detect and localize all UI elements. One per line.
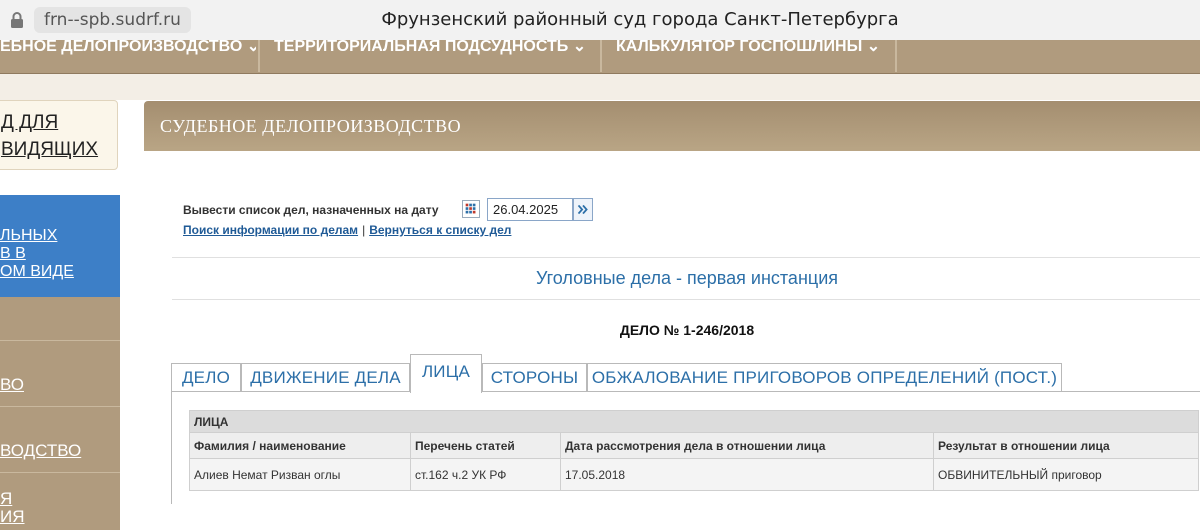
top-nav: ЕБНОЕ ДЕЛОПРОИЗВОДСТВО ⌄ ТЕРРИТОРИАЛЬНАЯ… (0, 40, 1200, 74)
sidebar-menu: ВО ВОДСТВО Я ИЯ (0, 297, 120, 530)
accessibility-link[interactable]: Д ДЛЯ ВИДЯЩИХ (0, 100, 118, 170)
accessibility-label-line-2: ВИДЯЩИХ (1, 139, 99, 160)
search-links: Поиск информации по делам | Вернуться к сп… (183, 223, 511, 237)
nav-divider (258, 40, 260, 72)
column-header: Перечень статей (410, 432, 561, 459)
accessibility-label-line-1: Д ДЛЯ (1, 112, 59, 133)
table-header-row: Фамилия / наименование Перечень статей Д… (189, 432, 1199, 459)
sidebar-blue-line-1: ЛЬНЫХ (0, 227, 58, 244)
tab-case[interactable]: ДЕЛО (171, 363, 241, 392)
divider (172, 299, 1200, 300)
column-header: Дата рассмотрения дела в отношении лица (560, 432, 934, 459)
tab-case-movement[interactable]: ДВИЖЕНИЕ ДЕЛА (241, 363, 410, 392)
nav-divider (600, 40, 602, 72)
sidebar-item-link-4[interactable]: ИЯ (0, 507, 25, 527)
search-cases-link[interactable]: Поиск информации по делам (183, 223, 358, 237)
tab-persons[interactable]: ЛИЦА (410, 354, 482, 393)
table-cell: 17.05.2018 (560, 458, 934, 491)
browser-toolbar: frn--spb.sudrf.ru Фрунзенский районный с… (0, 0, 1200, 40)
table-row: Алиев Немат Ризван оглы ст.162 ч.2 УК РФ… (189, 458, 1199, 491)
back-to-list-link[interactable]: Вернуться к списку дел (369, 223, 511, 237)
sidebar-row (0, 407, 120, 473)
sidebar-blue-line-2: В В (0, 245, 26, 262)
section-title: Уголовные дела - первая инстанция (536, 268, 838, 288)
sidebar-item-link-3[interactable]: Я (0, 489, 12, 509)
tab-parties[interactable]: СТОРОНЫ (482, 363, 587, 392)
table-cell: Алиев Немат Ризван оглы (189, 458, 411, 491)
divider (172, 257, 1200, 258)
calendar-icon[interactable] (462, 200, 480, 218)
date-input[interactable]: 26.04.2025 (487, 198, 573, 221)
go-arrow-icon[interactable] (573, 198, 593, 221)
main-header-title: СУДЕБНОЕ ДЕЛОПРОИЗВОДСТВО (160, 116, 462, 136)
sidebar-row (0, 341, 120, 407)
sidebar-item-link-1[interactable]: ВО (0, 375, 24, 395)
nav-item-fee-calculator[interactable]: КАЛЬКУЛЯТОР ГОСПОШЛИНЫ ⌄ (616, 40, 892, 72)
nav-item-jurisdiction[interactable]: ТЕРРИТОРИАЛЬНАЯ ПОДСУДНОСТЬ ⌄ (274, 40, 596, 72)
table-caption: ЛИЦА (189, 410, 1199, 433)
table-caption-row: ЛИЦА (189, 410, 1199, 433)
table-cell: ОБВИНИТЕЛЬНЫЙ приговор (933, 458, 1199, 491)
sidebar-item-link-2[interactable]: ВОДСТВО (0, 441, 81, 461)
nav-divider (895, 40, 897, 72)
sidebar-blue-line-3: ОМ ВИДЕ (0, 263, 74, 280)
main-header: СУДЕБНОЕ ДЕЛОПРОИЗВОДСТВО (144, 101, 1200, 151)
page-title: Фрунзенский районный суд города Санкт-Пе… (381, 9, 899, 30)
nav-item-case-management[interactable]: ЕБНОЕ ДЕЛОПРОИЗВОДСТВО ⌄ (0, 40, 256, 72)
sidebar-row (0, 297, 120, 341)
persons-table: ЛИЦА Фамилия / наименование Перечень ста… (189, 410, 1199, 491)
case-number: ДЕЛО № 1-246/2018 (619, 322, 755, 338)
sidebar-blue-block[interactable]: ЛЬНЫХ В В ОМ ВИДЕ (0, 195, 120, 297)
link-separator: | (362, 223, 366, 237)
tab-appeals[interactable]: ОБЖАЛОВАНИЕ ПРИГОВОРОВ ОПРЕДЕЛЕНИЙ (ПОСТ… (587, 363, 1062, 392)
date-filter-label: Вывести список дел, назначенных на дату (183, 203, 439, 217)
column-header: Фамилия / наименование (189, 432, 411, 459)
column-header: Результат в отношении лица (933, 432, 1199, 459)
table-cell: ст.162 ч.2 УК РФ (410, 458, 561, 491)
nav-band (0, 74, 1200, 100)
persons-panel: ЛИЦА Фамилия / наименование Перечень ста… (171, 392, 1200, 504)
